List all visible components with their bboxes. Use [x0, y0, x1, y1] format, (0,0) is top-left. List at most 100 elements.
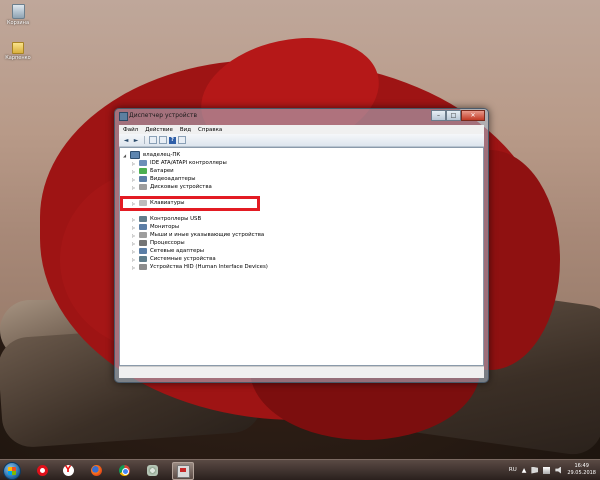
expand-icon[interactable]: ▷	[132, 169, 137, 174]
tree-item-label: IDE ATA/ATAPI контроллеры	[150, 160, 227, 166]
taskbar-firefox-button[interactable]	[86, 462, 106, 478]
tree-item-label: Процессоры	[150, 240, 185, 246]
window-title: Диспетчер устройств	[129, 112, 198, 119]
usb-icon	[139, 216, 147, 222]
tree-item[interactable]: ▷ Мониторы	[132, 223, 179, 231]
tree-item-label: Дисковые устройства	[150, 184, 212, 190]
hid-icon	[139, 264, 147, 270]
tree-item[interactable]: ▷ Батареи	[132, 167, 174, 175]
tree-item[interactable]: ▷ Мыши и иные указывающие устройства	[132, 231, 264, 239]
tree-item[interactable]: ▷ Контроллеры USB	[132, 215, 201, 223]
tree-item[interactable]: ▷ Видеоадаптеры	[132, 175, 196, 183]
back-icon[interactable]: ◄	[122, 136, 130, 144]
toolbar: ◄ ► ?	[119, 134, 484, 147]
expand-icon[interactable]: ▷	[132, 185, 137, 190]
tree-item-label: Системные устройства	[150, 256, 216, 262]
maximize-button[interactable]: □	[446, 110, 461, 121]
computer-icon	[130, 151, 140, 159]
chrome-icon	[118, 464, 130, 476]
tree-item[interactable]: ▷ Дисковые устройства	[132, 183, 212, 191]
toolbar-separator	[144, 136, 145, 144]
monitor-icon	[139, 224, 147, 230]
taskbar-chrome-button[interactable]	[114, 462, 134, 478]
mouse-icon	[139, 232, 147, 238]
start-button[interactable]	[3, 462, 21, 480]
show-hide-tree-icon[interactable]	[149, 136, 157, 144]
settings-icon	[146, 464, 158, 476]
menu-view[interactable]: Вид	[180, 127, 191, 133]
keyboard-highlight-box	[120, 196, 260, 211]
tree-item-label: Батареи	[150, 168, 174, 174]
desktop-icon-label: Корзина	[6, 20, 30, 26]
menu-bar: Файл Действие Вид Справка	[119, 125, 484, 134]
expand-icon[interactable]: ▷	[132, 241, 137, 246]
taskbar-settings-button[interactable]	[142, 462, 162, 478]
device-manager-icon	[176, 464, 190, 478]
expand-icon[interactable]: ▷	[132, 249, 137, 254]
expand-icon[interactable]: ▷	[132, 177, 137, 182]
device-manager-window: Диспетчер устройств – □ ✕ Файл Действие …	[114, 108, 489, 383]
clock-date: 29.05.2018	[567, 470, 596, 476]
taskbar-device-manager-button[interactable]	[172, 462, 194, 480]
title-bar[interactable]: Диспетчер устройств – □ ✕	[115, 109, 488, 123]
menu-action[interactable]: Действие	[145, 127, 173, 133]
network-icon[interactable]	[543, 466, 551, 474]
expand-icon[interactable]: ▷	[132, 161, 137, 166]
processor-icon	[139, 240, 147, 246]
ide-controller-icon	[139, 160, 147, 166]
properties-icon[interactable]	[159, 136, 167, 144]
forward-icon[interactable]: ►	[132, 136, 140, 144]
tree-item[interactable]: ▷ Сетевые адаптеры	[132, 247, 204, 255]
taskbar: Y RU ▲ 16:49 29.05.2018	[0, 459, 600, 480]
tree-item[interactable]: ▷ Процессоры	[132, 239, 185, 247]
display-adapter-icon	[139, 176, 147, 182]
expand-icon[interactable]: ▷	[132, 265, 137, 270]
help-icon[interactable]: ?	[169, 136, 176, 144]
expand-icon[interactable]: ▷	[132, 233, 137, 238]
collapse-icon[interactable]: ◢	[123, 153, 128, 158]
language-indicator[interactable]: RU	[509, 467, 517, 473]
status-bar	[119, 366, 484, 378]
firefox-icon	[90, 464, 102, 476]
tree-item[interactable]: ▷ IDE ATA/ATAPI контроллеры	[132, 159, 227, 167]
taskbar-opera-button[interactable]	[32, 462, 52, 478]
disk-drive-icon	[139, 184, 147, 190]
tree-item-label: Устройства HID (Human Interface Devices)	[150, 264, 268, 270]
folder-icon	[12, 42, 24, 54]
tree-item[interactable]: ▷ Системные устройства	[132, 255, 216, 263]
clock-time: 16:49	[574, 463, 589, 469]
menu-help[interactable]: Справка	[198, 127, 222, 133]
tree-item-label: Контроллеры USB	[150, 216, 202, 222]
desktop-icon-recycle-bin[interactable]: Корзина	[4, 4, 32, 26]
volume-icon[interactable]	[555, 466, 561, 474]
tree-item[interactable]: ▷ Устройства HID (Human Interface Devices…	[132, 263, 268, 271]
show-hidden-icons-icon[interactable]: ▲	[522, 467, 527, 474]
menu-file[interactable]: Файл	[123, 127, 138, 133]
device-manager-icon	[119, 112, 128, 121]
tree-item-label: Сетевые адаптеры	[150, 248, 204, 254]
device-tree-pane: ◢ владелец-ПК ▷ IDE ATA/ATAPI контроллеры…	[119, 147, 484, 366]
opera-icon	[36, 464, 48, 476]
close-button[interactable]: ✕	[461, 110, 485, 121]
minimize-button[interactable]: –	[431, 110, 446, 121]
system-tray: RU ▲ 16:49 29.05.2018	[509, 462, 596, 478]
expand-icon[interactable]: ▷	[132, 225, 137, 230]
recycle-bin-icon	[11, 4, 25, 19]
battery-icon	[139, 168, 147, 174]
tree-root-label: владелец-ПК	[143, 152, 181, 158]
tree-item-label: Мыши и иные указывающие устройства	[150, 232, 265, 238]
tree-item-label: Мониторы	[150, 224, 180, 230]
tree-item-label: Видеоадаптеры	[150, 176, 196, 182]
action-center-icon[interactable]	[531, 466, 539, 474]
tree-root[interactable]: ◢ владелец-ПК	[123, 151, 180, 159]
system-device-icon	[139, 256, 147, 262]
desktop-icon-label: Карпенко	[5, 55, 31, 61]
clock[interactable]: 16:49 29.05.2018	[567, 463, 596, 477]
taskbar-yandex-button[interactable]: Y	[58, 462, 78, 478]
yandex-icon: Y	[62, 464, 74, 476]
expand-icon[interactable]: ▷	[132, 257, 137, 262]
desktop-icon-folder[interactable]: Карпенко	[4, 42, 32, 61]
expand-icon[interactable]: ▷	[132, 217, 137, 222]
scan-hardware-icon[interactable]	[178, 136, 186, 144]
network-adapter-icon	[139, 248, 147, 254]
